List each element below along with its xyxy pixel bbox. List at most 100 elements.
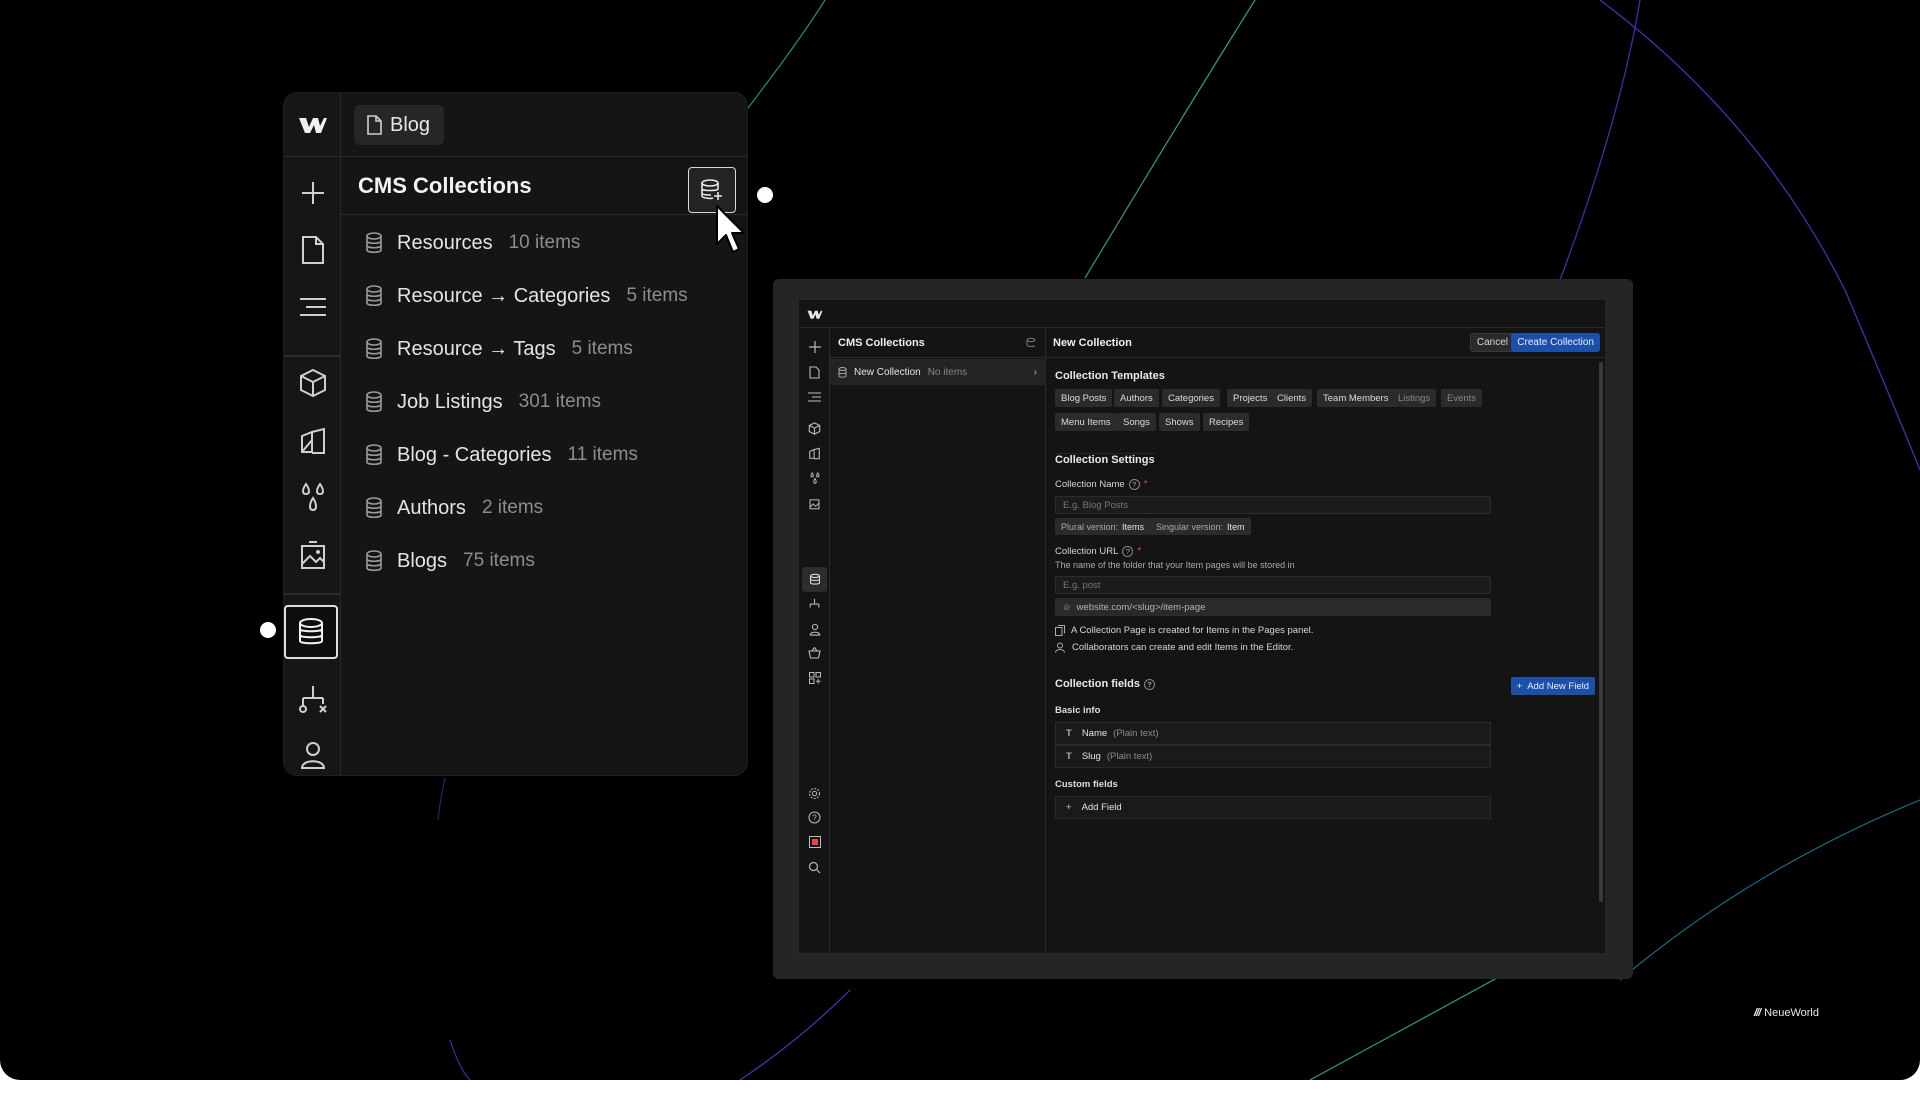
url-preview: ⊘ website.com/<slug>/item-page: [1055, 598, 1491, 616]
collection-count: 10 items: [508, 232, 581, 253]
add-field-button[interactable]: + Add Field: [1055, 796, 1491, 819]
collection-count: 2 items: [481, 497, 544, 518]
template-chip[interactable]: Clients: [1271, 389, 1313, 407]
brand-mark: ///: [1754, 1007, 1761, 1019]
collection-name: Resources: [397, 231, 493, 254]
collection-item[interactable]: Resource → Tags 5 items: [341, 327, 633, 371]
url-preview-text: website.com/<slug>/item-page: [1076, 601, 1206, 613]
collaborator-icon: [1055, 642, 1065, 653]
collection-count: 11 items: [567, 444, 638, 465]
scrollbar[interactable]: [1599, 362, 1603, 902]
search-icon[interactable]: [799, 856, 830, 878]
collection-item[interactable]: Resource → Categories 5 items: [341, 274, 688, 318]
variables-icon[interactable]: [799, 467, 830, 489]
template-chip[interactable]: Blog Posts: [1055, 389, 1113, 407]
template-chip[interactable]: Projects: [1227, 389, 1274, 407]
template-chip[interactable]: Categories: [1162, 389, 1220, 407]
plus-icon[interactable]: [799, 336, 830, 358]
text-type-icon: T: [1066, 751, 1072, 762]
webflow-logo-icon: [284, 93, 341, 157]
template-chip[interactable]: Events: [1441, 389, 1483, 407]
help-icon[interactable]: ?: [1122, 546, 1134, 557]
plus-icon: +: [1516, 680, 1523, 692]
editor-left-rail: ?: [799, 328, 830, 953]
template-chip[interactable]: Songs: [1117, 413, 1156, 431]
collection-name-label: Collection Name: [1055, 479, 1125, 490]
singular-version[interactable]: Singular version: Item: [1150, 518, 1251, 535]
new-collection-form: New Collection Cancel Create Collection …: [1046, 328, 1605, 953]
collection-count: No items: [927, 366, 968, 378]
collection-count: 301 items: [518, 391, 601, 412]
editor-collections-panel: CMS Collections New Collection No items …: [830, 328, 1046, 953]
collections-title: CMS Collections: [838, 336, 925, 349]
editor-window: ? CMS Collections New Collection No item…: [798, 299, 1606, 954]
database-icon: [366, 232, 382, 254]
plus-icon: +: [1066, 802, 1072, 813]
chevron-right-icon: ›: [1033, 366, 1037, 378]
note-pages-text: A Collection Page is created for Items i…: [1071, 625, 1314, 636]
navigator-icon[interactable]: [799, 386, 830, 408]
add-field-label: Add Field: [1081, 802, 1122, 813]
template-chip[interactable]: Team Members: [1317, 389, 1395, 407]
logic-icon[interactable]: [284, 675, 341, 723]
cancel-button[interactable]: Cancel: [1469, 333, 1515, 352]
collection-item[interactable]: Resources 10 items: [341, 221, 580, 265]
field-row[interactable]: T Slug (Plain text): [1055, 745, 1491, 768]
help-icon[interactable]: ?: [1128, 479, 1140, 490]
new-collection-item[interactable]: New Collection No items ›: [830, 359, 1045, 385]
style-guide-icon[interactable]: [799, 442, 830, 464]
database-icon: [366, 338, 382, 360]
collection-item[interactable]: Blogs 75 items: [341, 539, 535, 583]
field-row[interactable]: T Name (Plain text): [1055, 722, 1491, 745]
collection-item[interactable]: Authors 2 items: [341, 486, 543, 530]
collection-item[interactable]: Blog - Categories 11 items: [341, 433, 638, 477]
collection-count: 5 items: [571, 338, 633, 359]
add-new-field-label: Add New Field: [1527, 680, 1589, 692]
navigator-icon[interactable]: [284, 283, 341, 331]
template-chip[interactable]: Recipes: [1203, 413, 1250, 431]
logic-icon[interactable]: [799, 593, 830, 615]
page-icon[interactable]: [799, 361, 830, 383]
link-icon: ⊘: [1063, 601, 1071, 612]
page-selector[interactable]: Blog: [354, 105, 445, 145]
components-icon[interactable]: [799, 417, 830, 439]
record-icon[interactable]: [799, 831, 830, 853]
assets-icon[interactable]: [284, 531, 341, 579]
cms-database-icon[interactable]: [799, 568, 830, 590]
page-icon[interactable]: [284, 226, 341, 274]
ecommerce-icon[interactable]: [799, 642, 830, 664]
settings-icon[interactable]: [799, 782, 830, 804]
collection-name-field[interactable]: E.g. Blog Posts: [1055, 496, 1491, 514]
assets-icon[interactable]: [799, 492, 830, 514]
add-new-field-button[interactable]: + Add New Field: [1510, 677, 1595, 695]
collection-name: Blogs: [397, 549, 448, 572]
plural-version[interactable]: Plural version: Items: [1055, 518, 1151, 535]
collection-count: 5 items: [626, 285, 688, 306]
style-guide-icon[interactable]: [284, 417, 341, 465]
cms-database-icon[interactable]: [284, 605, 338, 659]
components-icon[interactable]: [284, 359, 341, 407]
help-icon[interactable]: ?: [799, 806, 830, 828]
users-icon[interactable]: [799, 618, 830, 640]
template-chip[interactable]: Shows: [1159, 413, 1200, 431]
apps-icon[interactable]: [799, 667, 830, 689]
singular-value: Item: [1227, 521, 1245, 532]
annotation-dot: [260, 622, 276, 638]
help-icon[interactable]: ?: [1143, 678, 1155, 690]
pages-icon: [1055, 625, 1065, 636]
collection-url-field[interactable]: E.g. post: [1055, 576, 1491, 594]
create-collection-button[interactable]: Create Collection: [1511, 333, 1600, 352]
database-plus-icon[interactable]: [1026, 337, 1037, 348]
collection-item[interactable]: Job Listings 301 items: [341, 380, 601, 424]
template-chip[interactable]: Menu Items: [1055, 413, 1117, 431]
variables-icon[interactable]: [284, 474, 341, 522]
required-marker: *: [1137, 546, 1142, 557]
plus-icon[interactable]: [284, 169, 341, 217]
page-icon: [367, 115, 382, 135]
template-chip[interactable]: Authors: [1114, 389, 1159, 407]
singular-label: Singular version:: [1156, 521, 1224, 532]
template-chip[interactable]: Listings: [1392, 389, 1437, 407]
users-icon[interactable]: [284, 731, 341, 775]
collection-name: Job Listings: [397, 390, 503, 413]
cms-panel-large: Blog CMS Collections Resources 10 items …: [283, 92, 748, 776]
